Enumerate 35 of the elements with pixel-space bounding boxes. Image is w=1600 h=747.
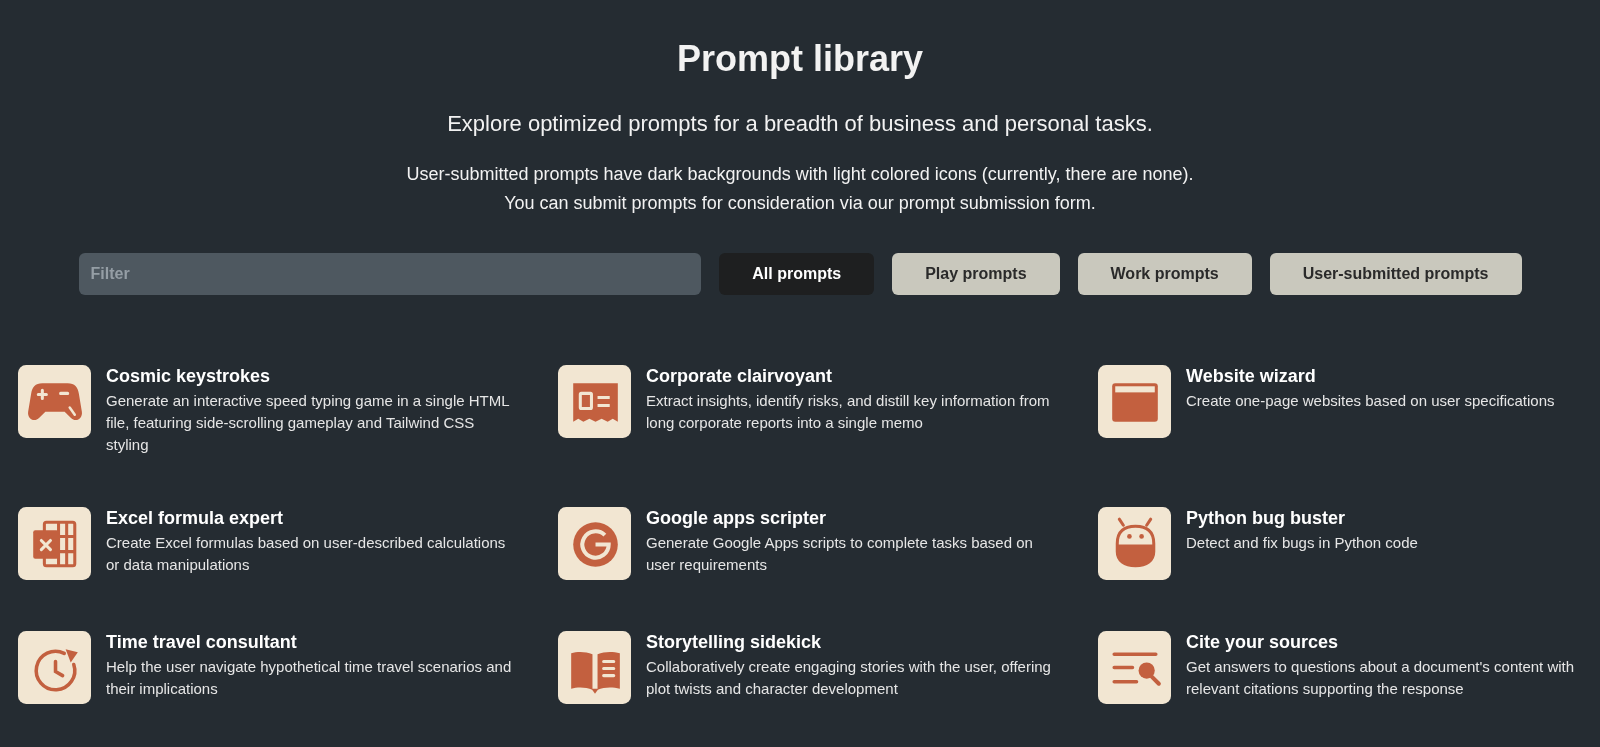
filter-field[interactable]: Filter: [78, 253, 702, 295]
prompt-description: Generate Google Apps scripts to complete tasks based on user requirements: [646, 533, 1034, 575]
prompt-description: Help the user navigate hypothetical time travel scenarios and their implications: [106, 657, 512, 699]
prompt-title[interactable]: Python bug buster: [1186, 507, 1592, 529]
document-icon: [558, 365, 631, 438]
text-search-icon: [1098, 631, 1171, 704]
spreadsheet-icon: [18, 507, 91, 580]
prompt-description: Get answers to questions about a document's content with relevant citations supporting the response: [1186, 657, 1576, 699]
info-text: User-submitted prompts have dark backgrounds with light colored icons (currently, there are none).: [406, 163, 1194, 186]
page-subtitle: Explore optimized prompts for a breadth of business and personal tasks.: [447, 110, 1153, 138]
robot-head-icon: [1098, 507, 1171, 580]
prompt-description: Generate an interactive speed typing game in a single HTML file, featuring side-scrolling gameplay and Tailwind CSS styling: [106, 391, 510, 455]
prompt-description: Collaboratively create engaging stories with the user, offering plot twists and character development: [646, 657, 1052, 699]
prompt-description: Extract insights, identify risks, and distill key information from long corporate reports into a single memo: [646, 391, 1051, 433]
prompt-title[interactable]: Google apps scripter: [646, 507, 1052, 529]
info-text: You can submit prompts for consideration via our prompt submission form.: [504, 191, 1096, 215]
page-title: Prompt library: [676, 37, 924, 81]
filter-tab[interactable]: All prompts: [719, 253, 875, 295]
filter-tab[interactable]: Work prompts: [1077, 253, 1252, 295]
prompt-title[interactable]: Corporate clairvoyant: [646, 365, 1052, 387]
filter-tab[interactable]: User-submitted prompts: [1269, 253, 1522, 295]
prompt-title[interactable]: Cosmic keystrokes: [106, 365, 512, 387]
prompt-description: Create one-page websites based on user specifications: [1186, 391, 1556, 411]
prompt-title[interactable]: Excel formula expert: [106, 507, 512, 529]
open-book-icon: [558, 631, 631, 704]
gamepad-icon: [18, 365, 91, 438]
prompt-title[interactable]: Storytelling sidekick: [646, 631, 1052, 653]
browser-window-icon: [1098, 365, 1171, 438]
prompt-description: Detect and fix bugs in Python code: [1186, 533, 1419, 553]
prompt-description: Create Excel formulas based on user-described calculations or data manipulations: [106, 533, 507, 575]
letter-g-icon: [558, 507, 631, 580]
filter-tab[interactable]: Play prompts: [892, 253, 1060, 295]
prompt-title[interactable]: Website wizard: [1186, 365, 1592, 387]
prompt-title[interactable]: Time travel consultant: [106, 631, 512, 653]
prompt-title[interactable]: Cite your sources: [1186, 631, 1592, 653]
